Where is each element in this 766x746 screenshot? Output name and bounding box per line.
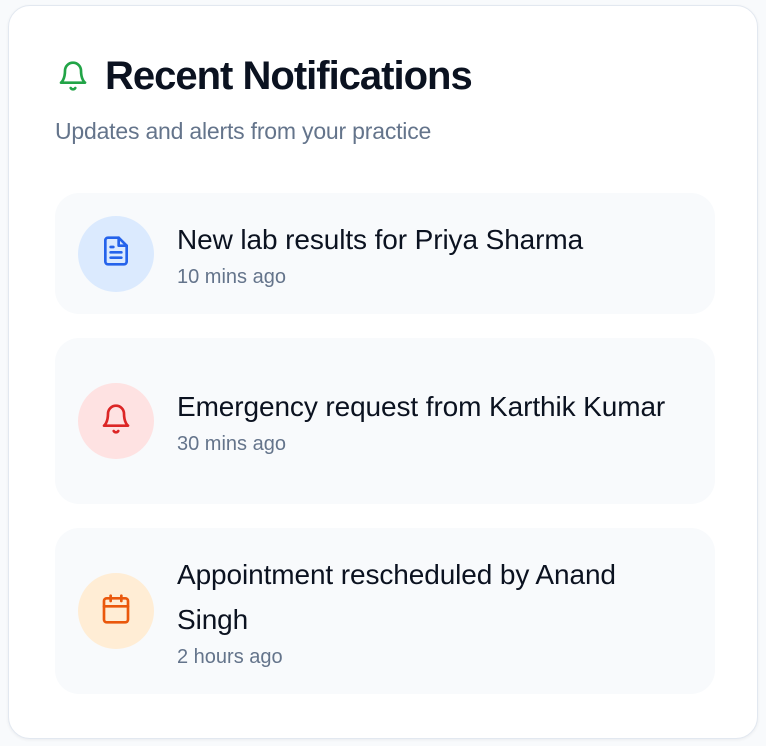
notification-icon-badge (78, 215, 154, 292)
notification-icon-badge (78, 573, 154, 649)
notification-title: New lab results for Priya Sharma (177, 223, 584, 255)
notifications-card: Recent Notifications Updates and alerts … (8, 5, 758, 739)
calendar-icon (100, 593, 132, 630)
notification-title: Emergency request from Karthik Kumar (177, 391, 666, 422)
notification-item[interactable]: Appointment rescheduled by Anand Singh 2… (55, 528, 715, 694)
document-icon (100, 235, 132, 272)
notification-item[interactable]: Emergency request from Karthik Kumar 30 … (55, 338, 715, 504)
notification-item[interactable]: New lab results for Priya Sharma 10 mins… (55, 193, 715, 314)
bell-icon (100, 403, 132, 440)
card-header: Recent Notifications (55, 52, 473, 100)
notification-time: 2 hours ago (177, 645, 283, 668)
notification-list: New lab results for Priya Sharma 10 mins… (55, 193, 715, 718)
bell-icon (55, 58, 91, 94)
notification-title: Appointment rescheduled by Anand Singh (177, 558, 616, 635)
notification-content: Emergency request from Karthik Kumar 30 … (177, 384, 691, 458)
notification-content: New lab results for Priya Sharma 10 mins… (177, 217, 691, 291)
notification-time: 10 mins ago (177, 265, 286, 288)
notification-time: 30 mins ago (177, 433, 286, 455)
card-subtitle: Updates and alerts from your practice (55, 118, 432, 144)
card-title: Recent Notifications (105, 54, 473, 98)
notification-icon-badge (78, 383, 154, 459)
notification-content: Appointment rescheduled by Anand Singh 2… (177, 552, 691, 671)
